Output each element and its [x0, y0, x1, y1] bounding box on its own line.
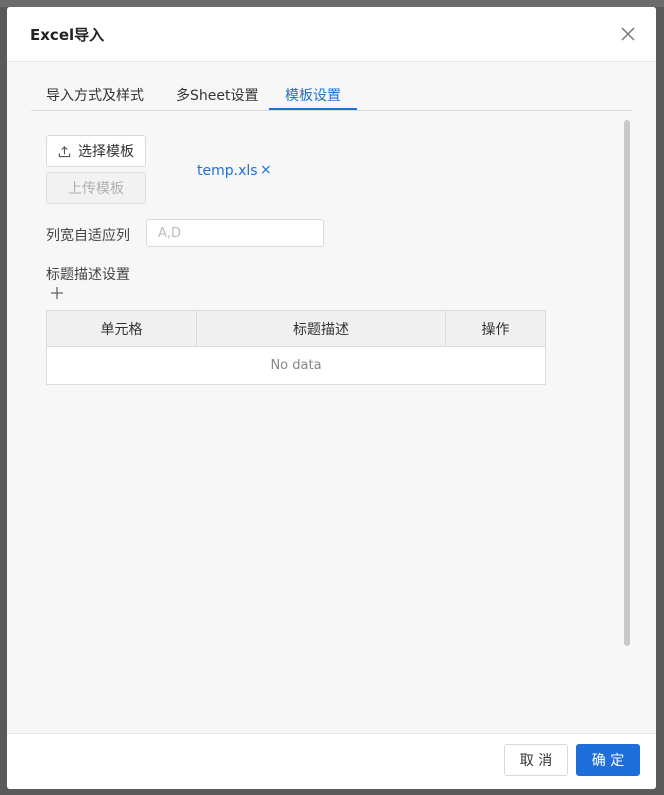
excel-import-dialog: Excel导入 导入方式及样式 多Sheet设置 模板设置 选择模板 上传模板 … — [7, 7, 656, 789]
tab-bar: 导入方式及样式 多Sheet设置 模板设置 — [31, 85, 632, 111]
choose-template-label: 选择模板 — [78, 144, 134, 160]
choose-template-button[interactable]: 选择模板 — [46, 135, 146, 167]
active-tab-indicator — [269, 108, 357, 110]
table-empty-text: No data — [270, 358, 322, 373]
upload-template-button[interactable]: 上传模板 — [46, 172, 146, 204]
column-header-cell: 单元格 — [47, 311, 197, 347]
tab-template-settings[interactable]: 模板设置 — [285, 85, 341, 109]
title-desc-table: 单元格 标题描述 操作 No data — [46, 310, 546, 385]
column-header-actions: 操作 — [446, 311, 545, 347]
auto-width-label: 列宽自适应列 — [46, 228, 130, 244]
selected-file-name[interactable]: temp.xls — [197, 163, 258, 179]
content-scrollbar[interactable] — [624, 120, 630, 646]
dialog-title: Excel导入 — [30, 26, 105, 44]
cancel-button[interactable]: 取 消 — [504, 744, 568, 776]
remove-file-icon[interactable]: × — [260, 162, 272, 178]
tab-import-style[interactable]: 导入方式及样式 — [46, 85, 144, 109]
backdrop-overlay — [0, 0, 664, 7]
dialog-header: Excel导入 — [7, 7, 656, 62]
close-icon[interactable] — [620, 26, 636, 42]
title-desc-label: 标题描述设置 — [46, 267, 130, 283]
confirm-button[interactable]: 确 定 — [576, 744, 640, 776]
dialog-footer: 取 消 确 定 — [7, 733, 656, 789]
column-header-description: 标题描述 — [197, 311, 446, 347]
upload-icon — [58, 145, 71, 157]
add-row-icon[interactable] — [50, 286, 64, 300]
auto-width-input[interactable] — [146, 219, 324, 247]
tab-multi-sheet[interactable]: 多Sheet设置 — [176, 85, 258, 109]
